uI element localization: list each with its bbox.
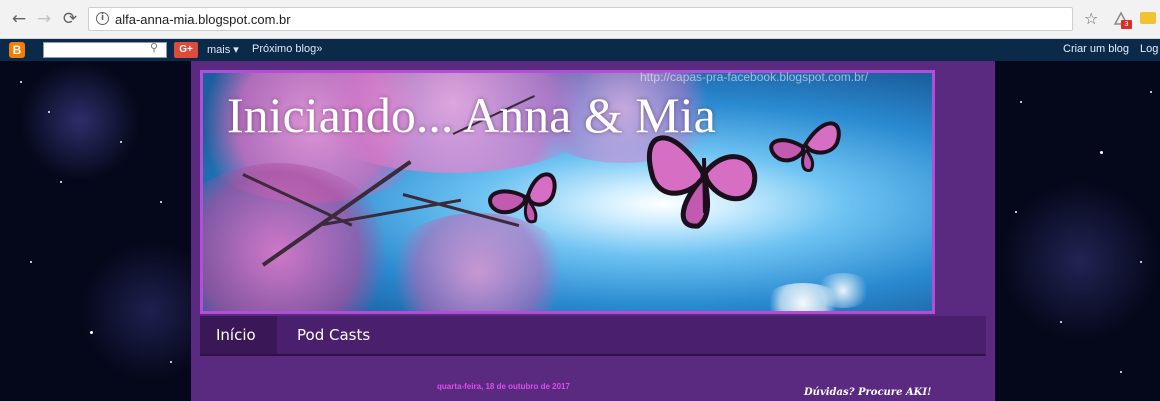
google-plus-button[interactable]: G+ — [174, 42, 198, 58]
tab-pod-casts[interactable]: Pod Casts — [297, 326, 370, 344]
more-menu[interactable]: mais ▾ — [207, 43, 239, 56]
create-blog-link[interactable]: Criar um blog — [1063, 43, 1129, 55]
star-icon[interactable]: ☆ — [1084, 9, 1098, 28]
reload-icon[interactable]: ⟳ — [60, 9, 80, 29]
search-icon[interactable]: ⚲ — [150, 41, 158, 54]
folder-icon[interactable] — [1140, 12, 1156, 24]
arrow-right-icon[interactable]: → — [34, 9, 54, 29]
sidebar-widget-title: Dúvidas? Procure AKI! — [804, 387, 932, 398]
extension-badge: 3 — [1121, 20, 1132, 29]
info-icon[interactable]: i — [96, 12, 109, 25]
butterfly-small-left-image — [488, 172, 557, 224]
butterfly-small-right-image — [769, 121, 841, 173]
blog-search-input[interactable] — [43, 42, 167, 58]
next-blog-link[interactable]: Próximo blog» — [252, 43, 322, 55]
browser-toolbar: ← → ⟳ i alfa-anna-mia.blogspot.com.br ☆ … — [0, 0, 1160, 39]
post-date: quarta-feira, 18 de outubro de 2017 — [437, 382, 570, 391]
login-link[interactable]: Log — [1140, 43, 1158, 55]
header-watermark: http://capas-pra-facebook.blogspot.com.b… — [640, 70, 869, 84]
arrow-left-icon[interactable]: ← — [9, 9, 29, 29]
blogger-navbar: B ⚲ G+ mais ▾ Próximo blog» Criar um blo… — [0, 39, 1160, 61]
tab-inicio[interactable]: Início — [216, 326, 256, 344]
url-text: alfa-anna-mia.blogspot.com.br — [115, 12, 291, 27]
blogger-logo-icon[interactable]: B — [9, 42, 25, 58]
blog-title[interactable]: Iniciando... Anna & Mia — [227, 86, 716, 144]
address-bar[interactable]: i alfa-anna-mia.blogspot.com.br — [88, 7, 1073, 31]
